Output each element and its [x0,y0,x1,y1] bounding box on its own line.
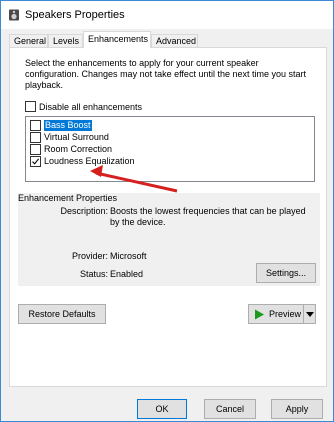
bass-boost-checkbox[interactable] [30,120,41,131]
play-icon [255,309,264,320]
preview-label: Preview [269,309,302,319]
tab-strip: General Levels Enhancements Advanced [9,31,327,48]
list-item-loudness-equalization[interactable]: Loudness Equalization [30,156,230,168]
enhancement-properties-group: Enhancement Properties Description: Boos… [18,193,320,286]
group-title: Enhancement Properties [18,193,118,203]
virtual-surround-checkbox[interactable] [30,132,41,143]
provider-label: Provider: [71,251,108,261]
settings-button[interactable]: Settings... [256,263,316,283]
list-item-virtual-surround[interactable]: Virtual Surround [30,132,230,144]
enhancements-panel: Select the enhancements to apply for you… [9,47,327,387]
restore-defaults-button[interactable]: Restore Defaults [18,304,106,324]
window-title: Speakers Properties [25,9,125,21]
room-correction-checkbox[interactable] [30,144,41,155]
speakers-properties-window: Speakers Properties General Levels Enhan… [0,0,334,422]
preview-dropdown-button[interactable] [303,304,316,324]
title-bar[interactable]: Speakers Properties [1,1,333,29]
status-value: Enabled [110,269,144,279]
preview-button[interactable]: Preview [248,304,304,324]
tab-general[interactable]: General [9,34,48,48]
enhancements-list[interactable]: Bass Boost Virtual Surround Room Correct… [25,116,315,182]
provider-value: Microsoft [110,251,147,261]
apply-button[interactable]: Apply [271,399,323,419]
speaker-icon [8,9,20,21]
bass-boost-label: Bass Boost [44,120,92,131]
virtual-surround-label: Virtual Surround [44,132,109,142]
description-label: Description: [60,206,108,216]
status-label: Status: [79,269,108,279]
room-correction-label: Room Correction [44,144,113,154]
tab-enhancements[interactable]: Enhancements [83,31,151,48]
intro-text: Select the enhancements to apply for you… [25,58,306,90]
list-item-bass-boost[interactable]: Bass Boost [30,120,230,132]
tab-advanced[interactable]: Advanced [151,34,198,48]
tab-levels[interactable]: Levels [48,34,83,48]
disable-all-checkbox[interactable] [25,101,36,112]
description-value: Boosts the lowest frequencies that can b… [110,206,306,227]
dialog-footer: OK Cancel Apply [1,389,334,422]
checkmark-icon [32,158,40,165]
chevron-down-icon [306,312,314,317]
disable-all-label: Disable all enhancements [39,102,143,112]
loudness-equalization-checkbox[interactable] [30,156,41,167]
cancel-button[interactable]: Cancel [204,399,256,419]
ok-button[interactable]: OK [137,399,187,419]
loudness-equalization-label: Loudness Equalization [44,156,135,166]
list-item-room-correction[interactable]: Room Correction [30,144,230,156]
